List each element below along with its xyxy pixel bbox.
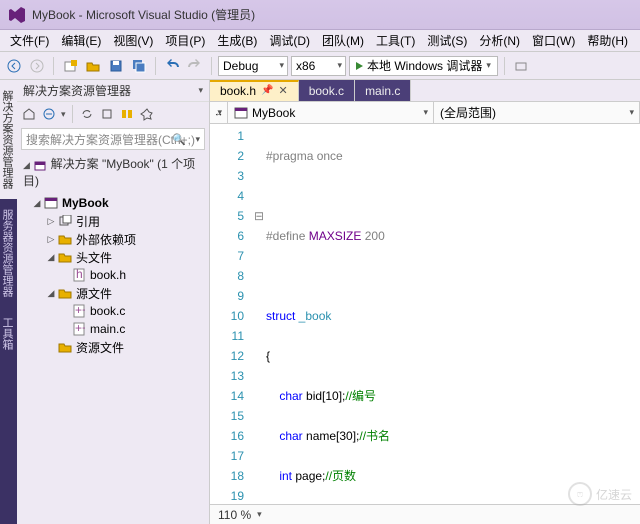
editor-area: book.h📌✕ book.c main.c ↔ MyBook (全局范围) 1…: [210, 80, 640, 524]
pin-icon[interactable]: 📌: [261, 85, 273, 96]
side-tab-strip: 解决方案资源管理器 服务器资源管理器 工具箱: [0, 80, 17, 524]
menu-window[interactable]: 窗口(W): [526, 30, 581, 51]
file-main-c[interactable]: ++ main.c: [17, 320, 209, 338]
external-deps-node[interactable]: ▷ 外部依赖项: [17, 230, 209, 248]
menu-test[interactable]: 测试(S): [421, 30, 473, 51]
file-book-c[interactable]: ++ book.c: [17, 302, 209, 320]
collapse-icon[interactable]: [41, 106, 57, 122]
config-combo[interactable]: Debug: [218, 56, 288, 76]
headers-folder[interactable]: ◢ 头文件: [17, 248, 209, 266]
platform-combo[interactable]: x86: [291, 56, 346, 76]
svg-text:++: ++: [75, 304, 85, 317]
solution-tree: ◢ MyBook ▷ 引用 ▷ 外部依赖项 ◢ 头文件 h book.h ◢ 源…: [17, 192, 209, 524]
tab-book-h[interactable]: book.h📌✕: [210, 80, 299, 101]
home-icon[interactable]: [21, 106, 37, 122]
sidetab-toolbox[interactable]: 工具箱: [0, 307, 17, 360]
panel-toolbar: ▾: [17, 102, 209, 126]
file-book-h[interactable]: h book.h: [17, 266, 209, 284]
nav-arrows[interactable]: ↔: [210, 102, 228, 123]
properties-icon[interactable]: [139, 106, 155, 122]
play-icon: [356, 62, 363, 70]
project-node[interactable]: ◢ MyBook: [17, 194, 209, 212]
watermark: ෆ亿速云: [568, 482, 632, 506]
scope-combo-left[interactable]: MyBook: [228, 102, 434, 123]
editor-nav-bar: ↔ MyBook (全局范围): [210, 102, 640, 124]
menu-team[interactable]: 团队(M): [316, 30, 370, 51]
panel-dropdown-icon[interactable]: ▾: [198, 85, 203, 96]
menu-edit[interactable]: 编辑(E): [55, 30, 107, 51]
zoom-level[interactable]: 110 %: [218, 508, 251, 522]
sources-folder[interactable]: ◢ 源文件: [17, 284, 209, 302]
sync-icon[interactable]: [79, 106, 95, 122]
open-file-button[interactable]: [83, 56, 103, 76]
menu-project[interactable]: 项目(P): [159, 30, 211, 51]
close-icon[interactable]: ✕: [278, 84, 287, 97]
editor-status-bar: 110 % ▾: [210, 504, 640, 524]
title-bar: MyBook - Microsoft Visual Studio (管理员): [0, 0, 640, 30]
menu-debug[interactable]: 调试(D): [263, 30, 316, 51]
line-gutter: 1234567891011121314151617181920212223: [210, 124, 252, 504]
menu-view[interactable]: 视图(V): [107, 30, 159, 51]
solution-node[interactable]: ◢ 解决方案 "MyBook" (1 个项目): [17, 152, 209, 192]
refresh-icon[interactable]: [99, 106, 115, 122]
svg-text:++: ++: [75, 322, 85, 335]
main-toolbar: Debug x86 本地 Windows 调试器 ▾: [0, 52, 640, 80]
menu-bar: 文件(F) 编辑(E) 视图(V) 项目(P) 生成(B) 调试(D) 团队(M…: [0, 30, 640, 52]
toolbar-extra-button[interactable]: [511, 56, 531, 76]
menu-tools[interactable]: 工具(T): [370, 30, 421, 51]
fold-gutter: ⊟: [252, 124, 266, 504]
references-node[interactable]: ▷ 引用: [17, 212, 209, 230]
menu-build[interactable]: 生成(B): [211, 30, 263, 51]
save-all-button[interactable]: [129, 56, 149, 76]
code-content[interactable]: #pragma once #define MAXSIZE 200 struct …: [266, 124, 640, 504]
editor-tab-strip: book.h📌✕ book.c main.c: [210, 80, 640, 102]
window-title: MyBook - Microsoft Visual Studio (管理员): [32, 6, 255, 23]
resources-folder[interactable]: 资源文件: [17, 338, 209, 356]
menu-analyze[interactable]: 分析(N): [473, 30, 526, 51]
svg-text:h: h: [76, 268, 83, 281]
new-project-button[interactable]: [60, 56, 80, 76]
code-editor[interactable]: 1234567891011121314151617181920212223 ⊟ …: [210, 124, 640, 504]
menu-file[interactable]: 文件(F): [4, 30, 55, 51]
menu-help[interactable]: 帮助(H): [581, 30, 634, 51]
start-debug-button[interactable]: 本地 Windows 调试器 ▾: [349, 56, 498, 76]
save-button[interactable]: [106, 56, 126, 76]
solution-search-input[interactable]: 搜索解决方案资源管理器(Ctrl+;) ▾: [21, 128, 205, 150]
nav-back-button[interactable]: [4, 56, 24, 76]
redo-button[interactable]: [185, 56, 205, 76]
show-all-icon[interactable]: [119, 106, 135, 122]
sidetab-server-explorer[interactable]: 服务器资源管理器: [0, 199, 17, 307]
tab-book-c[interactable]: book.c: [299, 80, 355, 101]
panel-header: 解决方案资源管理器 ▾: [17, 80, 209, 102]
undo-button[interactable]: [162, 56, 182, 76]
sidetab-solution-explorer[interactable]: 解决方案资源管理器: [0, 80, 17, 199]
scope-combo-right[interactable]: (全局范围): [434, 102, 640, 123]
vs-logo-icon: [8, 6, 26, 24]
nav-fwd-button[interactable]: [27, 56, 47, 76]
solution-explorer-panel: 解决方案资源管理器 ▾ ▾ 搜索解决方案资源管理器(Ctrl+;) ▾ ◢ 解决…: [17, 80, 210, 524]
zoom-dropdown-icon[interactable]: ▾: [257, 509, 262, 520]
tab-main-c[interactable]: main.c: [355, 80, 411, 101]
